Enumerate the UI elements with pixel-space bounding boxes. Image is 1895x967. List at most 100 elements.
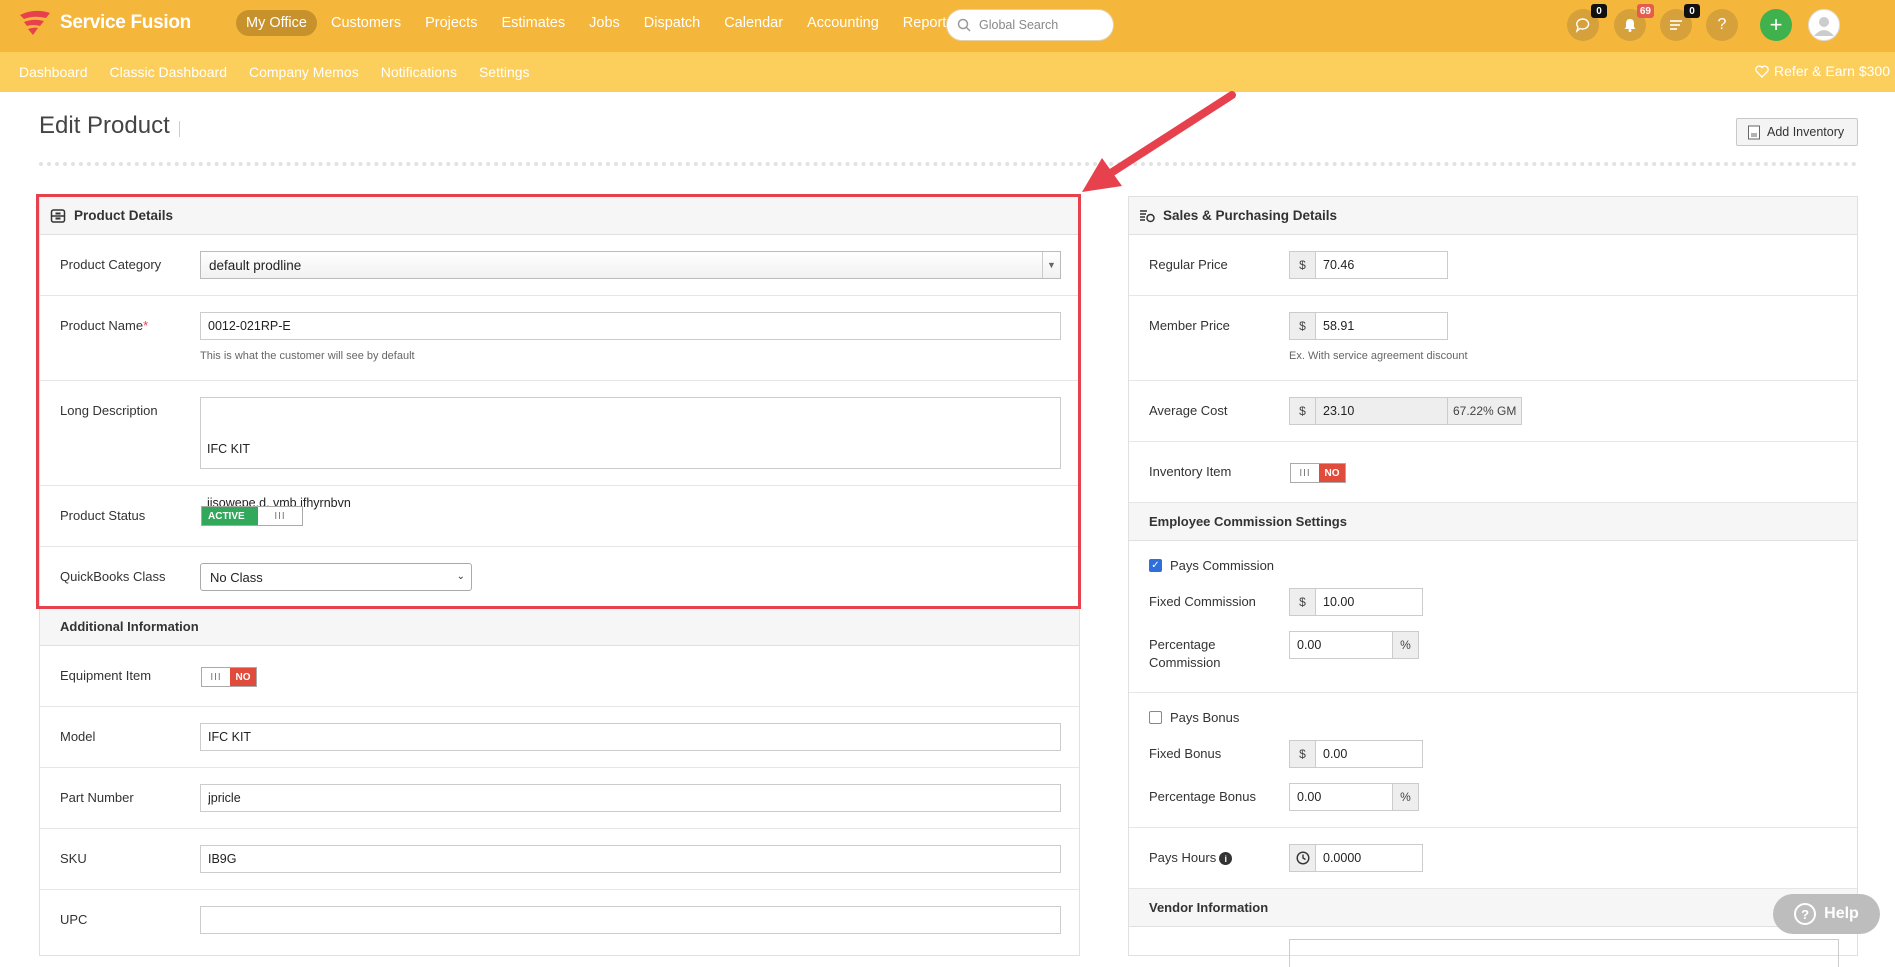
member-price-help: Ex. With service agreement discount (1289, 350, 1468, 362)
toggle-grip: III (1291, 464, 1319, 482)
row-sku: SKU (40, 829, 1079, 890)
pays-bonus-checkbox[interactable] (1149, 711, 1162, 724)
model-input[interactable] (200, 723, 1061, 751)
service-fusion-logo-icon (20, 10, 50, 35)
product-name-label-text: Product Name (60, 318, 144, 333)
product-details-title: Product Details (74, 208, 174, 223)
product-name-input[interactable] (200, 312, 1061, 340)
annotation-arrow-icon (1082, 91, 1236, 192)
chat-icon[interactable]: 0 (1567, 4, 1607, 41)
percentage-commission-input[interactable] (1289, 631, 1393, 659)
fixed-commission-input[interactable] (1315, 588, 1423, 616)
subnav-classic-dashboard[interactable]: Classic Dashboard (99, 64, 239, 80)
help-button[interactable]: ? Help (1773, 894, 1880, 934)
bonus-section: Pays Bonus Fixed Bonus $ Percentage Bonu… (1129, 693, 1857, 828)
average-cost-label: Average Cost (1149, 403, 1228, 418)
pays-hours-input[interactable] (1315, 844, 1423, 872)
toggle-active-label: ACTIVE (202, 507, 258, 525)
subnav-settings[interactable]: Settings (468, 64, 541, 80)
nav-my-office[interactable]: My Office (236, 10, 317, 36)
nav-calendar[interactable]: Calendar (714, 10, 793, 36)
sku-input[interactable] (200, 845, 1061, 873)
box-icon (50, 208, 66, 223)
regular-price-input[interactable] (1315, 251, 1448, 279)
refer-earn-link[interactable]: Refer & Earn $300 (1755, 63, 1890, 79)
help-icon[interactable]: ? (1706, 9, 1738, 41)
long-description-label: Long Description (60, 403, 158, 418)
product-name-help: This is what the customer will see by de… (200, 350, 415, 362)
subnav-company-memos[interactable]: Company Memos (238, 64, 370, 80)
nav-dispatch[interactable]: Dispatch (634, 10, 710, 36)
nav-projects[interactable]: Projects (415, 10, 487, 36)
nav-customers[interactable]: Customers (321, 10, 411, 36)
percentage-commission-label-line1: Percentage (1149, 637, 1216, 652)
commission-section: ✓ Pays Commission Fixed Commission $ Per… (1129, 541, 1857, 693)
sales-purchasing-header: Sales & Purchasing Details (1129, 197, 1857, 235)
pays-commission-checkbox[interactable]: ✓ (1149, 559, 1162, 572)
title-divider (179, 121, 180, 137)
top-navbar: Service Fusion My Office Customers Proje… (0, 0, 1895, 52)
tasks-count-badge: 0 (1684, 4, 1700, 18)
product-status-toggle[interactable]: ACTIVE III (201, 506, 303, 526)
pays-bonus-label: Pays Bonus (1170, 710, 1240, 725)
app-logo[interactable]: Service Fusion (16, 10, 191, 36)
subnav-notifications[interactable]: Notifications (370, 64, 468, 80)
nav-jobs[interactable]: Jobs (579, 10, 630, 36)
info-icon[interactable]: i (1219, 852, 1233, 866)
subnav-dashboard[interactable]: Dashboard (8, 64, 99, 80)
help-label: Help (1824, 905, 1859, 922)
clock-icon (1295, 851, 1310, 865)
clock-addon (1289, 844, 1316, 872)
toggle-grip: III (202, 668, 230, 686)
additional-information-header: Additional Information (40, 608, 1079, 646)
tasks-icon[interactable]: 0 (1660, 4, 1700, 41)
avatar[interactable] (1808, 9, 1840, 41)
gross-margin-badge: 67.22% GM (1447, 397, 1523, 425)
fixed-bonus-input[interactable] (1315, 740, 1423, 768)
percentage-bonus-label: Percentage Bonus (1149, 789, 1256, 804)
row-part-number: Part Number (40, 768, 1079, 829)
average-cost-input (1315, 397, 1448, 425)
help-glyph: ? (1717, 16, 1727, 33)
equipment-item-toggle[interactable]: III NO (201, 667, 257, 687)
row-product-category: Product Category default prodline ▼ (40, 235, 1079, 296)
add-new-button[interactable]: + (1760, 9, 1792, 41)
row-product-status: Product Status ACTIVE III (40, 486, 1079, 547)
part-number-label: Part Number (60, 790, 134, 805)
row-upc: UPC (40, 890, 1079, 951)
sales-purchasing-panel: Sales & Purchasing Details Regular Price… (1128, 196, 1858, 967)
global-search[interactable] (946, 9, 1114, 41)
refer-label: Refer & Earn $300 (1774, 63, 1890, 79)
required-asterisk: * (143, 318, 149, 333)
sku-label: SKU (60, 851, 87, 866)
bell-icon[interactable]: 69 (1614, 4, 1654, 41)
commission-settings-title: Employee Commission Settings (1149, 514, 1347, 529)
product-name-label: Product Name* (60, 318, 148, 333)
toggle-no-label: NO (230, 668, 256, 686)
product-details-header: Product Details (40, 197, 1079, 235)
vendor-field[interactable] (1289, 939, 1839, 967)
percent-addon: % (1392, 631, 1419, 659)
quickbooks-class-select[interactable]: No Class ⌄ (200, 563, 472, 591)
coins-icon (1140, 209, 1155, 222)
product-category-select[interactable]: default prodline ▼ (200, 251, 1061, 279)
upc-input[interactable] (200, 906, 1061, 934)
row-equipment-item: Equipment Item III NO (40, 646, 1079, 707)
part-number-input[interactable] (200, 784, 1061, 812)
vendor-information-title: Vendor Information (1149, 900, 1269, 915)
page-title: Edit Product (39, 112, 170, 139)
product-details-panel: Product Details Product Category default… (39, 196, 1080, 956)
member-price-input[interactable] (1315, 312, 1448, 340)
nav-estimates[interactable]: Estimates (491, 10, 575, 36)
add-inventory-button[interactable]: Add Inventory (1736, 118, 1858, 146)
search-input[interactable] (979, 18, 1099, 32)
long-description-textarea[interactable]: IFC KIT iisowepe.d, vmb jfhyrnbvn (200, 397, 1061, 510)
percent-addon: % (1392, 783, 1419, 811)
percentage-bonus-input[interactable] (1289, 783, 1393, 811)
inventory-item-toggle[interactable]: III NO (1290, 463, 1346, 483)
add-inventory-label: Add Inventory (1767, 125, 1845, 139)
vendor-information-header: Vendor Information (1129, 889, 1857, 927)
row-average-cost: Average Cost $ 67.22% GM (1129, 381, 1857, 442)
nav-accounting[interactable]: Accounting (797, 10, 889, 36)
heart-icon (1755, 64, 1769, 78)
